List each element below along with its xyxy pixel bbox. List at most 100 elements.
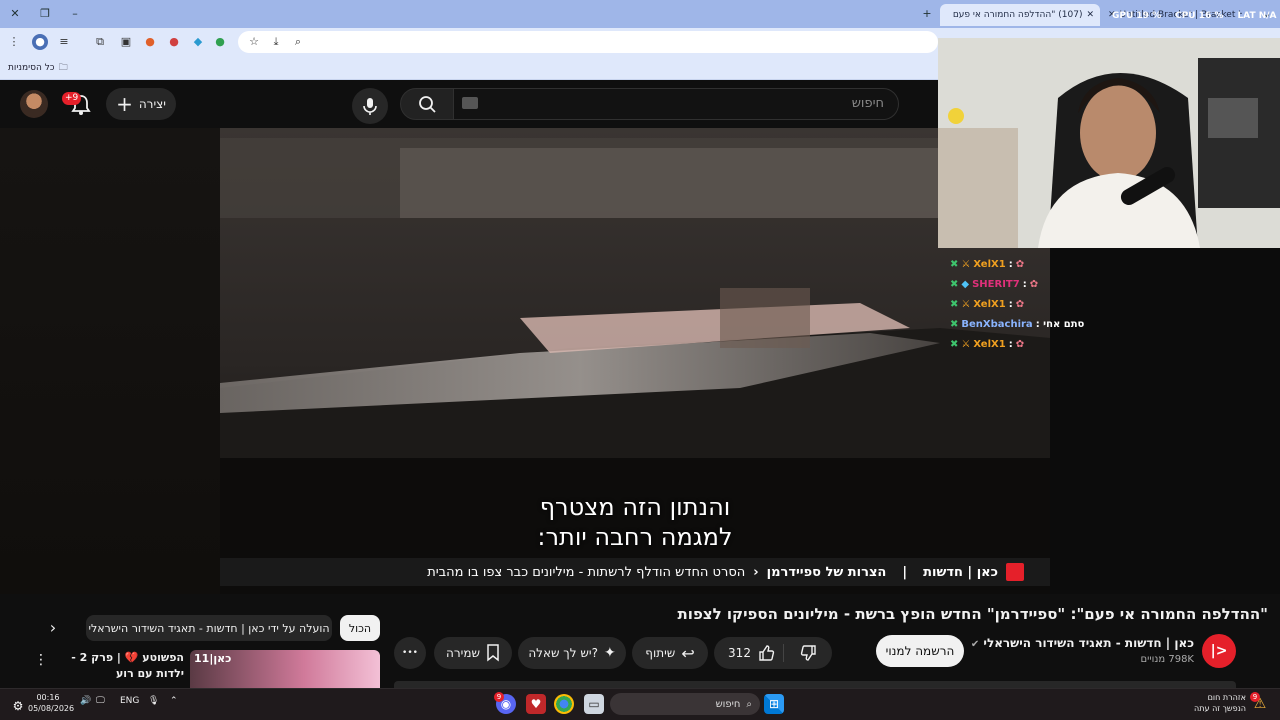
sword-badge-icon: ⚔	[961, 298, 971, 310]
ticker-text: הסרט החדש הודלף לרשתות - מיליונים כבר צפ…	[427, 564, 746, 580]
chat-message: ✖ ⚔ XelX1 : ✿	[950, 294, 1090, 314]
channel-avatar[interactable]: |>	[1202, 634, 1236, 668]
ask-label: יש לך שאלה?	[528, 646, 598, 660]
save-label: שמירה	[446, 646, 480, 660]
player-left-margin	[0, 128, 220, 594]
recommendation-title[interactable]: הפשוטע 💔 | פרק 2 - ילדות עם רוע	[48, 650, 184, 682]
zoom-icon[interactable]: ⌕	[290, 34, 306, 50]
search-input[interactable]: חיפוש	[453, 88, 899, 120]
restore-window-icon[interactable]: ❐	[36, 5, 54, 23]
chip-uploaded-by[interactable]: הועלה על ידי כאן | חדשות - תאגיד השידור …	[86, 615, 332, 641]
system-clock[interactable]: 00:16 05/08/2026	[28, 692, 75, 714]
close-window-icon[interactable]: ✕	[6, 5, 24, 23]
extensions-icon[interactable]: ⧉	[92, 34, 108, 50]
kan-logo-icon	[1006, 563, 1024, 581]
chrome-icon[interactable]	[554, 694, 574, 714]
keyboard-icon[interactable]	[462, 97, 478, 109]
menu-icon[interactable]: ⋮	[6, 34, 22, 50]
volume-icon[interactable]: 🔊	[80, 696, 91, 706]
taskbar-search[interactable]: חיפוש ⌕	[610, 693, 760, 715]
search-button[interactable]	[400, 88, 454, 120]
ticker-brand: כאן | חדשות	[923, 564, 998, 580]
ticker-section: הצרות של ספיידרמן	[766, 564, 887, 580]
chat-user: XelX1	[973, 338, 1006, 350]
channel-name[interactable]: כאן | חדשות - תאגיד השידור הישראלי ✔	[971, 636, 1194, 650]
minimize-window-icon[interactable]: –	[66, 5, 84, 23]
chevron-right-icon[interactable]: ›	[42, 617, 64, 639]
chip-all[interactable]: הכול	[340, 615, 380, 641]
news-ticker: הסרט החדש הודלף לרשתות - מיליונים כבר צפ…	[220, 558, 1050, 586]
subtitle-line-2: למגמה רחבה יותר:	[537, 523, 733, 551]
weather-subtitle: הנפשך זה עתה	[1194, 704, 1246, 713]
discord-badge: 9	[494, 692, 504, 702]
clock-date: 05/08/2026	[28, 704, 75, 713]
share-label: שיתוף	[645, 646, 676, 660]
create-button[interactable]: יצירה +	[106, 88, 176, 120]
chat-text: :	[1008, 258, 1013, 270]
microphone-icon	[363, 98, 377, 115]
playlist-icon[interactable]: ≡	[56, 34, 72, 50]
all-bookmarks-folder[interactable]: כל הסימניות 🗀	[8, 60, 68, 76]
chat-message: ✖ BenXbachira : סתם אחי	[950, 314, 1090, 334]
extension-red-icon[interactable]: ●	[166, 34, 182, 50]
language-indicator[interactable]: ENG	[120, 696, 139, 706]
subscribe-button[interactable]: הרשמה למנוי	[876, 635, 964, 667]
address-bar[interactable]	[238, 31, 938, 53]
ticker-separator: |	[902, 564, 908, 580]
tab-active[interactable]: ✕ (107) "ההדלפה החמורה אי פעם	[940, 4, 1100, 26]
dislike-button[interactable]	[790, 644, 818, 662]
recommendation-menu-icon[interactable]: ⋮	[34, 652, 48, 668]
sword-badge-icon: ⚔	[961, 338, 971, 350]
thumbs-up-icon	[759, 645, 775, 661]
new-tab-icon[interactable]: +	[918, 5, 936, 23]
clock-time: 00:16	[36, 693, 60, 702]
file-explorer-icon[interactable]: ▭	[584, 694, 604, 714]
chat-text: :	[1008, 298, 1013, 310]
bookmark-star-icon[interactable]: ☆	[246, 34, 262, 50]
extension-green-icon[interactable]: ●	[212, 34, 228, 50]
notifications-badge: +9	[62, 92, 82, 105]
tab-label: (107) "ההדלפה החמורה אי פעם	[952, 10, 1083, 20]
create-label: יצירה	[138, 97, 166, 111]
mod-badge-icon: ✖	[950, 338, 959, 350]
tab-groups-icon[interactable]: ▣	[118, 34, 134, 50]
network-icon[interactable]: 🖵	[96, 696, 105, 706]
settings-icon[interactable]: ⚙	[8, 696, 28, 716]
search-icon: ⌕	[746, 698, 752, 710]
chat-user: BenXbachira	[961, 318, 1033, 330]
weather-widget[interactable]: אזהרת חום הנפשך זה עתה	[1180, 692, 1246, 714]
like-button[interactable]: 312	[728, 644, 784, 662]
close-tab-icon[interactable]: ✕	[1086, 10, 1094, 20]
chat-message: ✖ ◆ SHERIT7 : ✿	[950, 274, 1090, 294]
chat-user: XelX1	[973, 258, 1006, 270]
app-red-icon[interactable]: ♥	[526, 694, 546, 714]
stream-chat: ✖ ⚔ XelX1 : ✿ ✖ ◆ SHERIT7 : ✿ ✖ ⚔ XelX1 …	[950, 254, 1090, 354]
chat-text: :	[1008, 338, 1013, 350]
tray-expand-icon[interactable]: ⌃	[170, 696, 178, 706]
thumb-brand: כאן|11	[194, 652, 232, 665]
thumbs-down-icon	[800, 645, 816, 661]
profile-icon[interactable]: ●	[32, 34, 48, 50]
mic-tray-icon[interactable]: 🎙	[148, 696, 159, 706]
plus-icon: +	[116, 92, 133, 116]
verified-icon: ✔	[970, 639, 980, 650]
recommendation-thumbnail[interactable]: כאן|11	[190, 650, 380, 690]
folder-icon: 🗀	[58, 63, 68, 73]
extension-blue-icon[interactable]: ◆	[190, 34, 206, 50]
windows-start-icon[interactable]: ⊞	[764, 694, 784, 714]
extension-orange-icon[interactable]: ●	[142, 34, 158, 50]
install-app-icon[interactable]: ⤓	[268, 34, 284, 50]
share-button[interactable]: שיתוף ↩	[632, 637, 708, 669]
chat-message: ✖ ⚔ XelX1 : ✿	[950, 334, 1090, 354]
avatar[interactable]	[20, 90, 48, 118]
lat-stat: LAT N/A	[1237, 11, 1277, 21]
voice-search-button[interactable]	[352, 88, 388, 124]
more-actions-button[interactable]: •••	[394, 637, 426, 669]
save-button[interactable]: שמירה	[434, 637, 512, 669]
search-icon	[419, 96, 436, 113]
ask-button[interactable]: יש לך שאלה? ✦	[518, 637, 626, 669]
ticker-chevron: ›	[753, 564, 759, 580]
chat-text: : סתם אחי	[1035, 318, 1085, 330]
emote-icon: ✿	[1029, 278, 1039, 290]
gem-badge-icon: ◆	[961, 278, 970, 290]
